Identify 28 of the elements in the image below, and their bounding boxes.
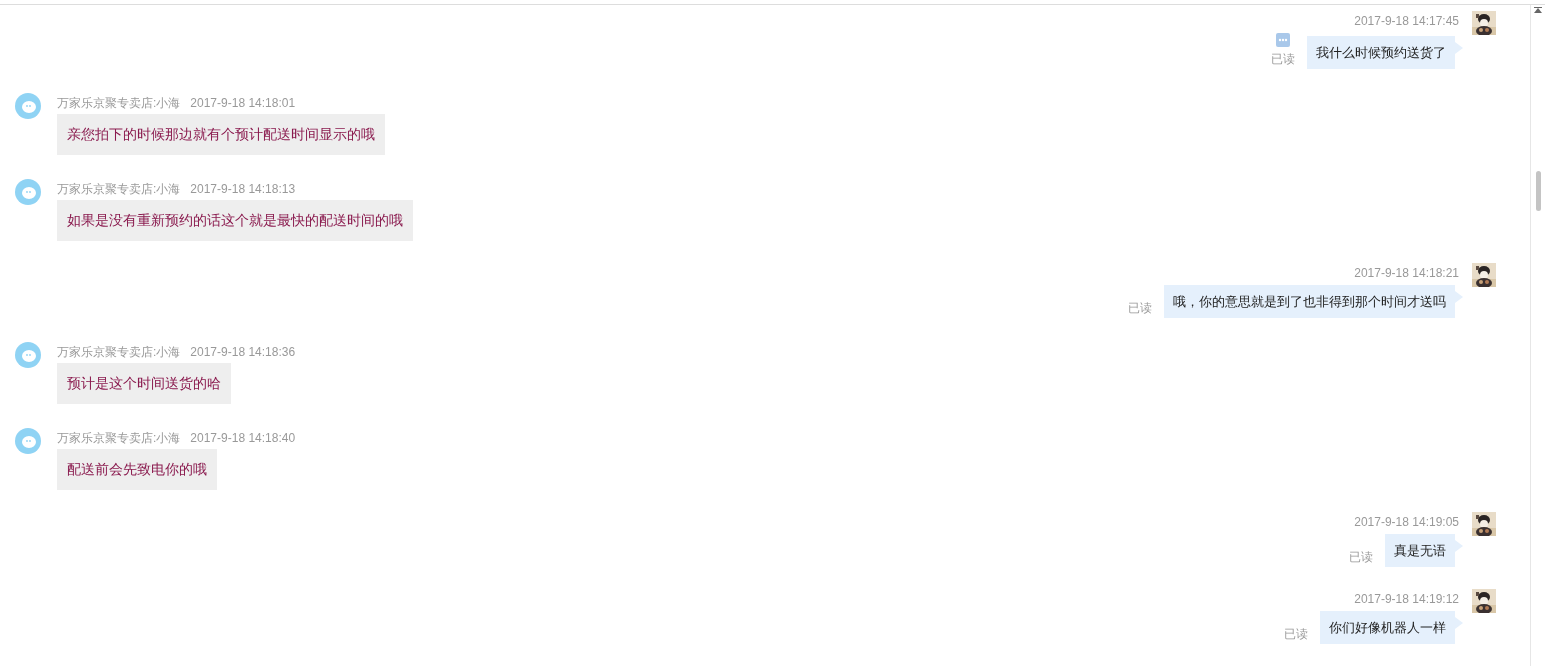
read-status: 已读: [1349, 549, 1373, 565]
scroll-up-icon[interactable]: [1534, 7, 1542, 13]
message-bubble: 如果是没有重新预约的话这个就是最快的配送时间的哦: [57, 200, 413, 241]
message-bubble: 亲您拍下的时候那边就有个预计配送时间显示的哦: [57, 114, 385, 155]
sender-name: 万家乐京聚专卖店:小海: [57, 181, 181, 197]
message-time: 2017-9-18 14:19:12: [1354, 591, 1459, 607]
message-time: 2017-9-18 14:18:01: [190, 95, 296, 111]
read-status: 已读: [1284, 626, 1308, 642]
message-time: 2017-9-18 14:19:05: [1354, 514, 1459, 530]
sender-name: 万家乐京聚专卖店:小海: [57, 430, 181, 446]
message-time: 2017-9-18 14:17:45: [1354, 13, 1459, 29]
avatar-icon: [15, 93, 41, 119]
avatar-icon: [15, 179, 41, 205]
message-bubble: 预计是这个时间送货的哈: [57, 363, 231, 404]
message-time: 2017-9-18 14:18:21: [1354, 265, 1459, 281]
message-time: 2017-9-18 14:18:40: [190, 430, 296, 446]
avatar-icon: [15, 342, 41, 368]
sender-name: 万家乐京聚专卖店:小海: [57, 344, 181, 360]
scrollbar[interactable]: [1530, 5, 1545, 666]
message-time: 2017-9-18 14:18:13: [190, 181, 296, 197]
message-bubble: 配送前会先致电你的哦: [57, 449, 217, 490]
more-icon[interactable]: [1276, 33, 1290, 47]
message-time: 2017-9-18 14:18:36: [190, 344, 296, 360]
sender-name: 万家乐京聚专卖店:小海: [57, 95, 181, 111]
scrollbar-thumb[interactable]: [1535, 171, 1541, 211]
read-status: 已读: [1128, 300, 1152, 316]
avatar-icon: [15, 428, 41, 454]
read-status: 已读: [1271, 51, 1295, 67]
